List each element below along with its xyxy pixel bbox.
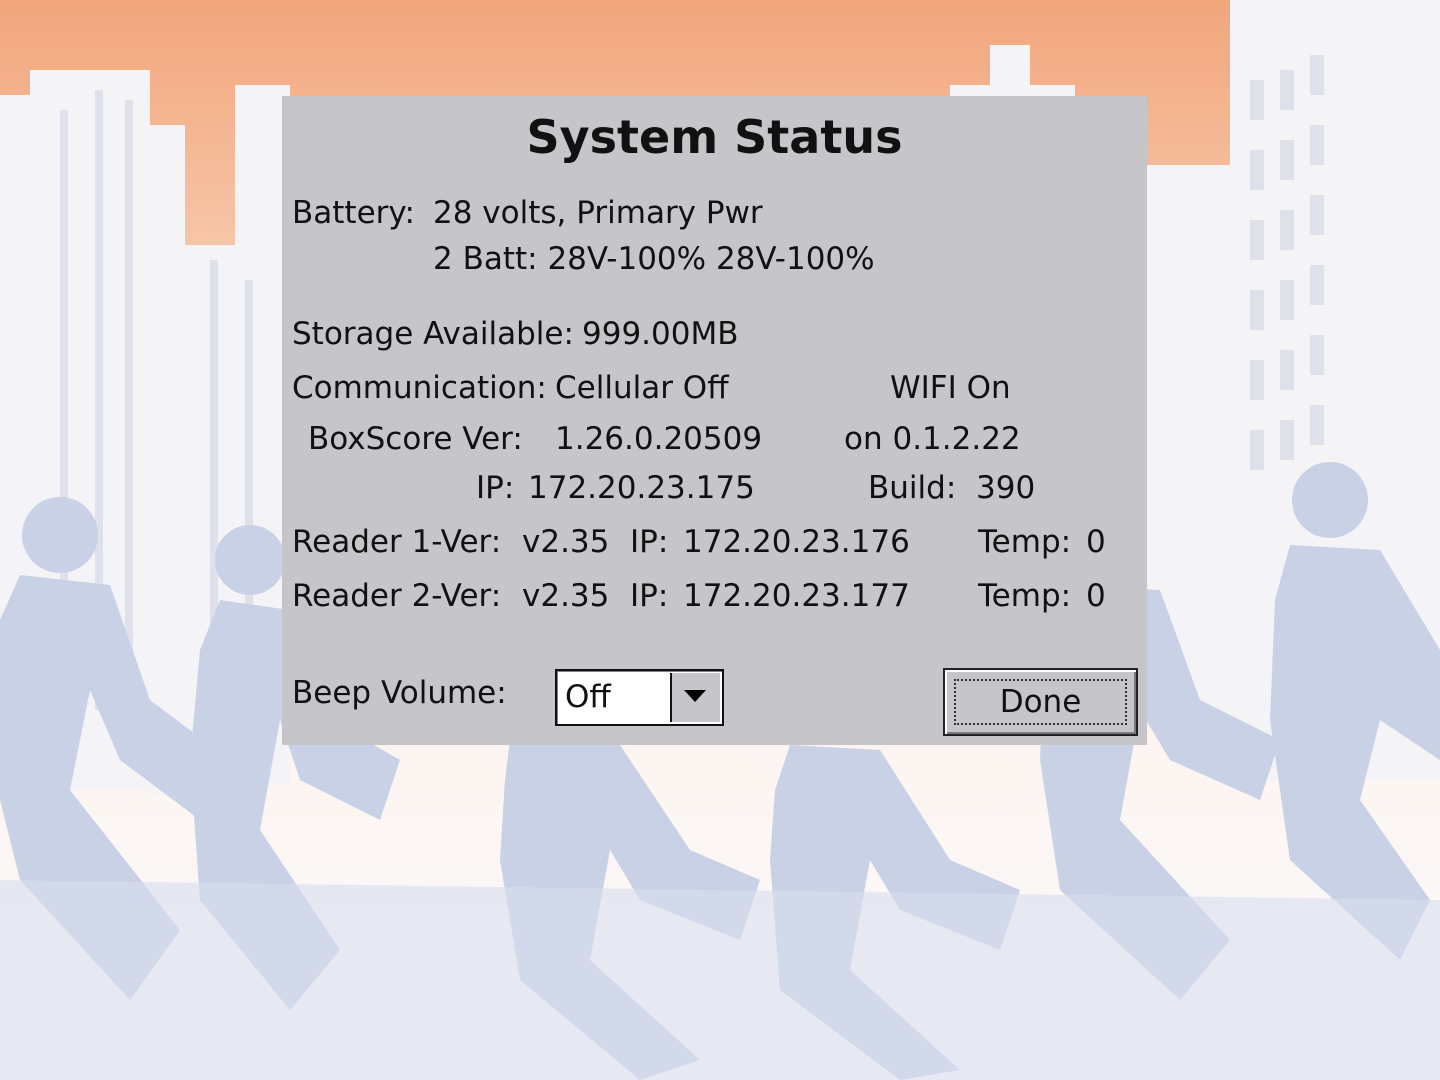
reader-1-temp: 0	[1086, 524, 1106, 560]
done-button[interactable]: Done	[943, 668, 1138, 736]
reader-1-label: Reader 1-Ver:	[292, 524, 502, 560]
boxscore-ip-label: IP:	[476, 470, 515, 506]
reader-2-version: v2.35	[522, 578, 610, 614]
done-button-label: Done	[999, 684, 1082, 720]
communication-label: Communication:	[292, 370, 547, 406]
boxscore-on-version: on 0.1.2.22	[844, 421, 1021, 457]
cellular-status: Cellular Off	[555, 370, 729, 406]
reader-1-version: v2.35	[522, 524, 610, 560]
build-label: Build:	[868, 470, 957, 506]
reader-2-temp-label: Temp:	[978, 578, 1072, 614]
reader-2-ip: 172.20.23.177	[683, 578, 910, 614]
storage-label: Storage Available:	[292, 316, 574, 352]
beep-volume-label: Beep Volume:	[292, 675, 507, 711]
battery-line-1: 28 volts, Primary Pwr	[433, 195, 763, 231]
reader-2-label: Reader 2-Ver:	[292, 578, 502, 614]
boxscore-version: 1.26.0.20509	[555, 421, 763, 457]
reader-1-ip: 172.20.23.176	[683, 524, 910, 560]
reader-2-ip-label: IP:	[630, 578, 669, 614]
reader-2-temp: 0	[1086, 578, 1106, 614]
wifi-status: WIFI On	[890, 370, 1011, 406]
boxscore-ip: 172.20.23.175	[528, 470, 755, 506]
reader-1-temp-label: Temp:	[978, 524, 1072, 560]
dialog-title: System Status	[526, 110, 903, 164]
reader-1-ip-label: IP:	[630, 524, 669, 560]
build-number: 390	[976, 470, 1036, 506]
dropdown-arrow-button[interactable]	[670, 673, 720, 722]
boxscore-label: BoxScore Ver:	[308, 421, 523, 457]
battery-line-2: 2 Batt: 28V-100% 28V-100%	[433, 241, 875, 277]
beep-volume-value: Off	[565, 679, 611, 715]
battery-label: Battery:	[292, 195, 415, 231]
system-status-dialog: System Status Battery: 28 volts, Primary…	[282, 96, 1147, 745]
chevron-down-icon	[684, 690, 706, 702]
beep-volume-select[interactable]: Off	[555, 669, 724, 726]
storage-value: 999.00MB	[582, 316, 739, 352]
